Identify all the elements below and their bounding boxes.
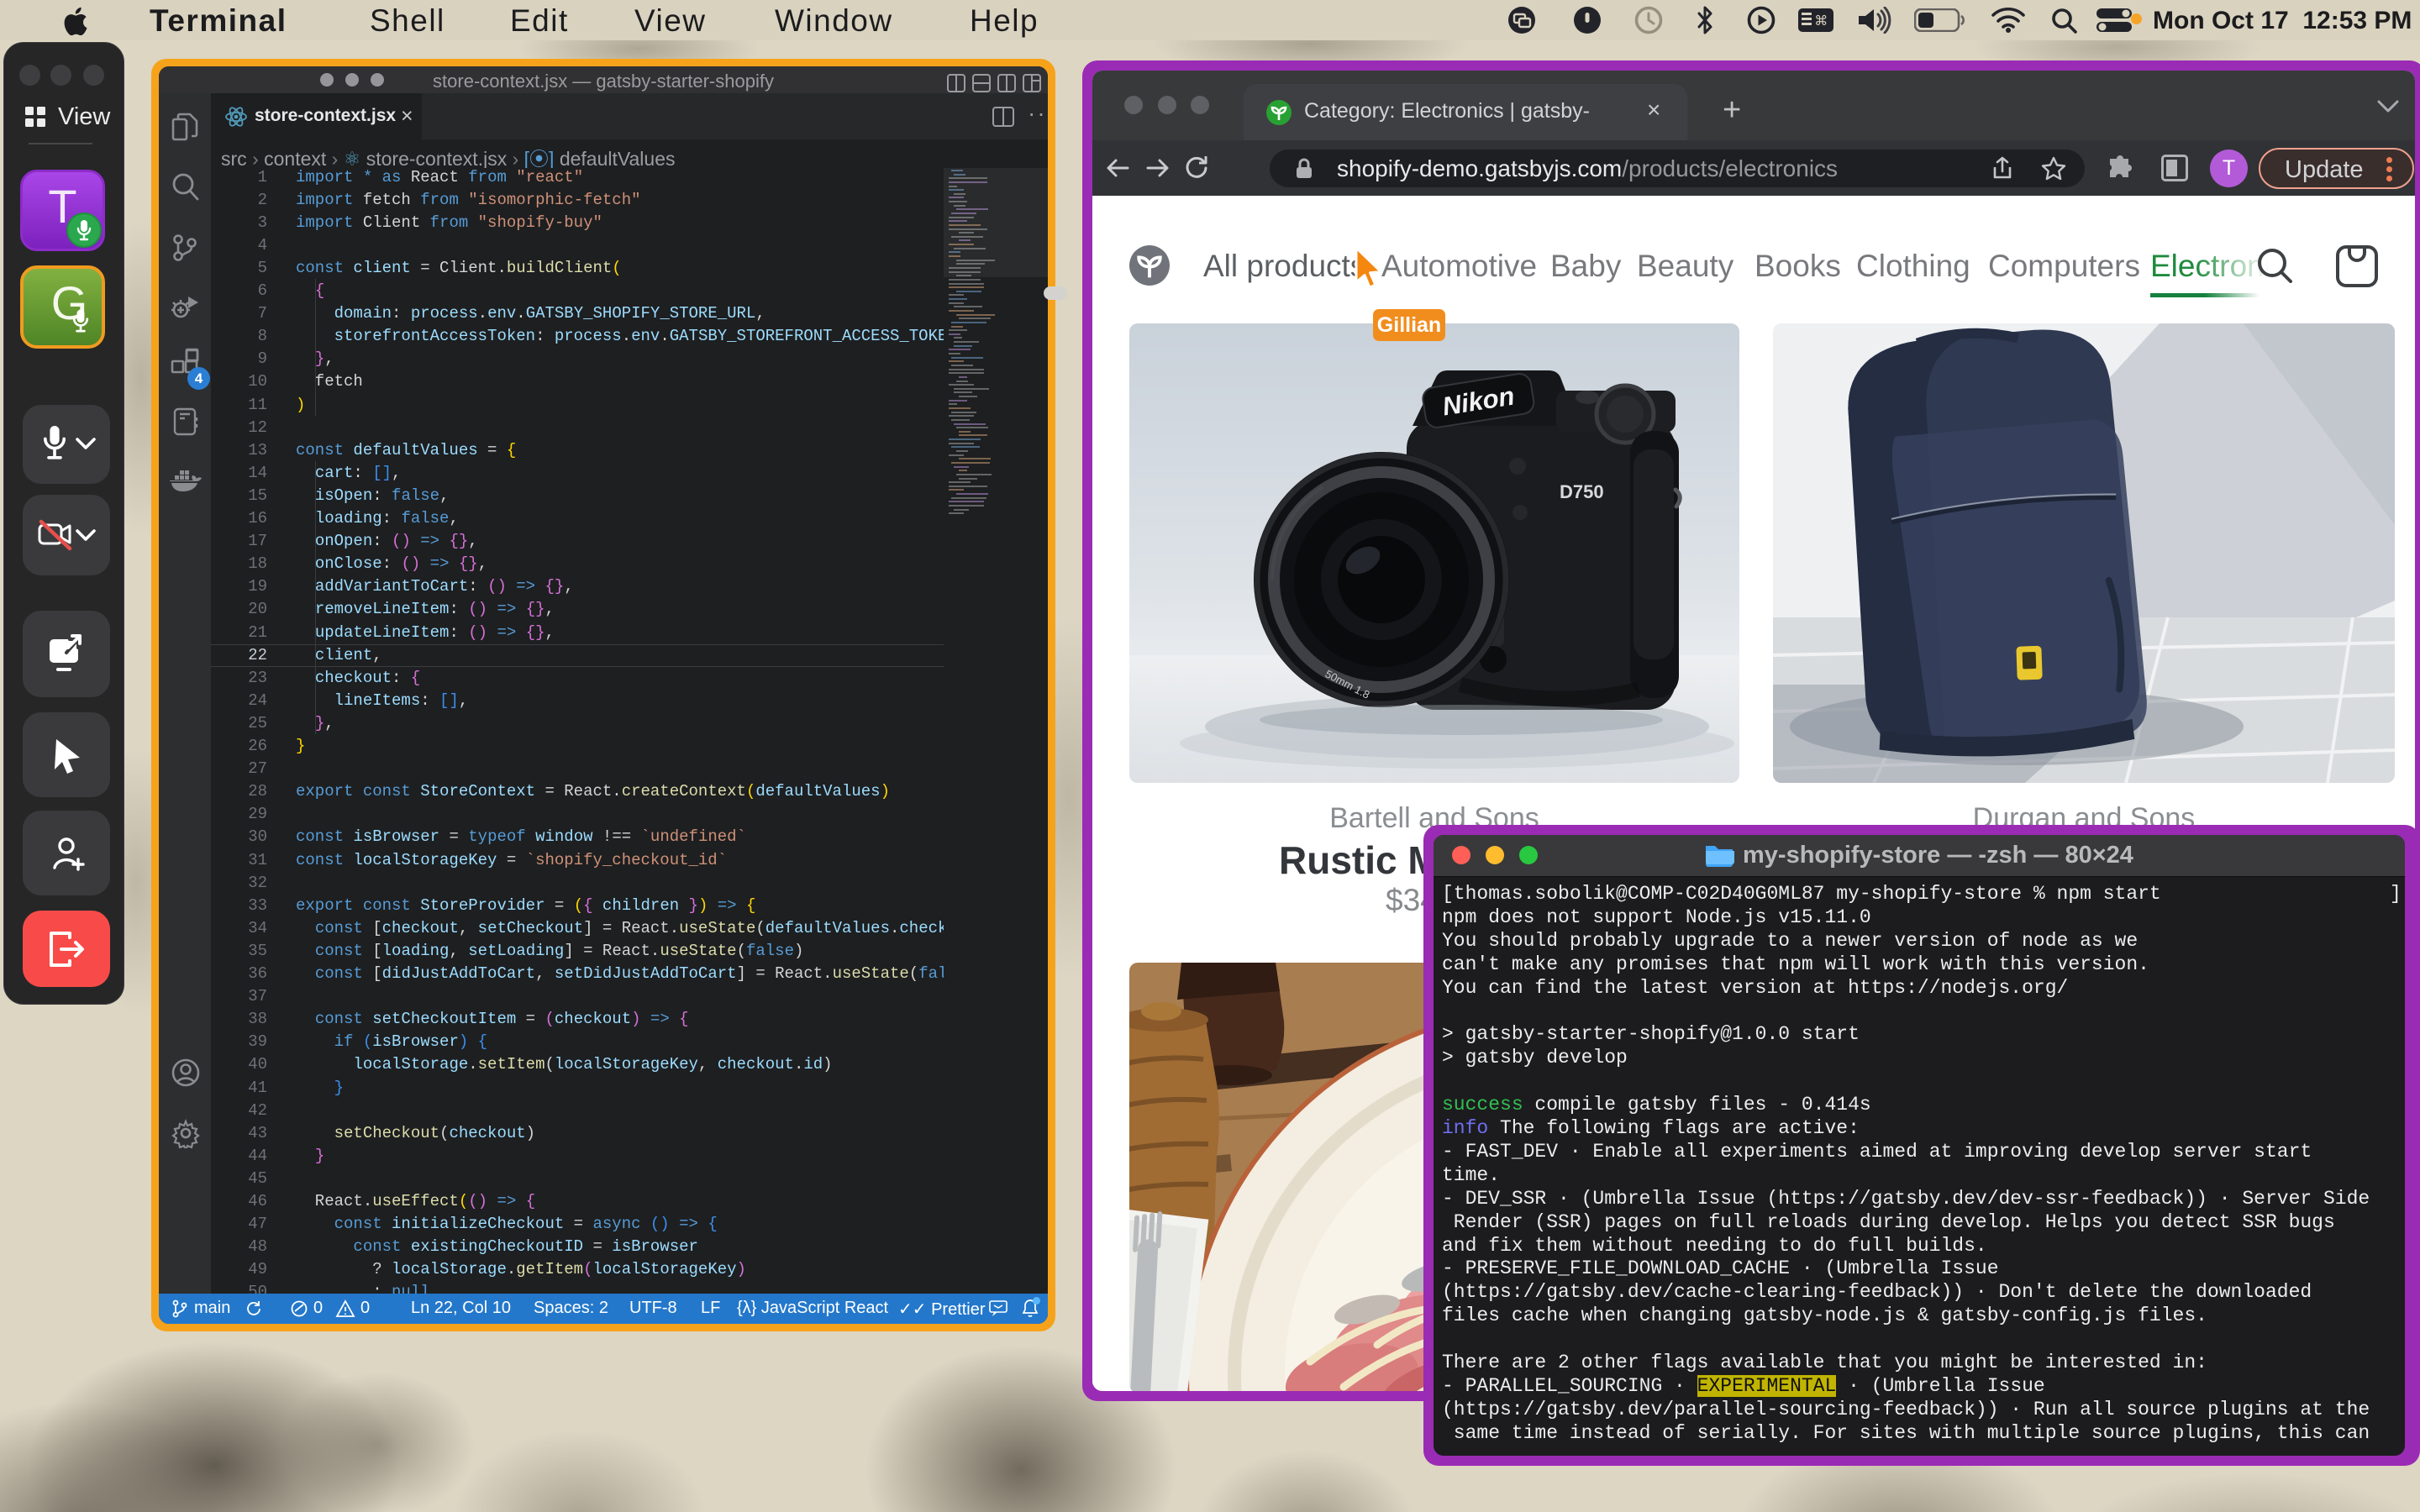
- svg-text:D750: D750: [1560, 481, 1604, 502]
- svg-text:⌘: ⌘: [1814, 14, 1829, 29]
